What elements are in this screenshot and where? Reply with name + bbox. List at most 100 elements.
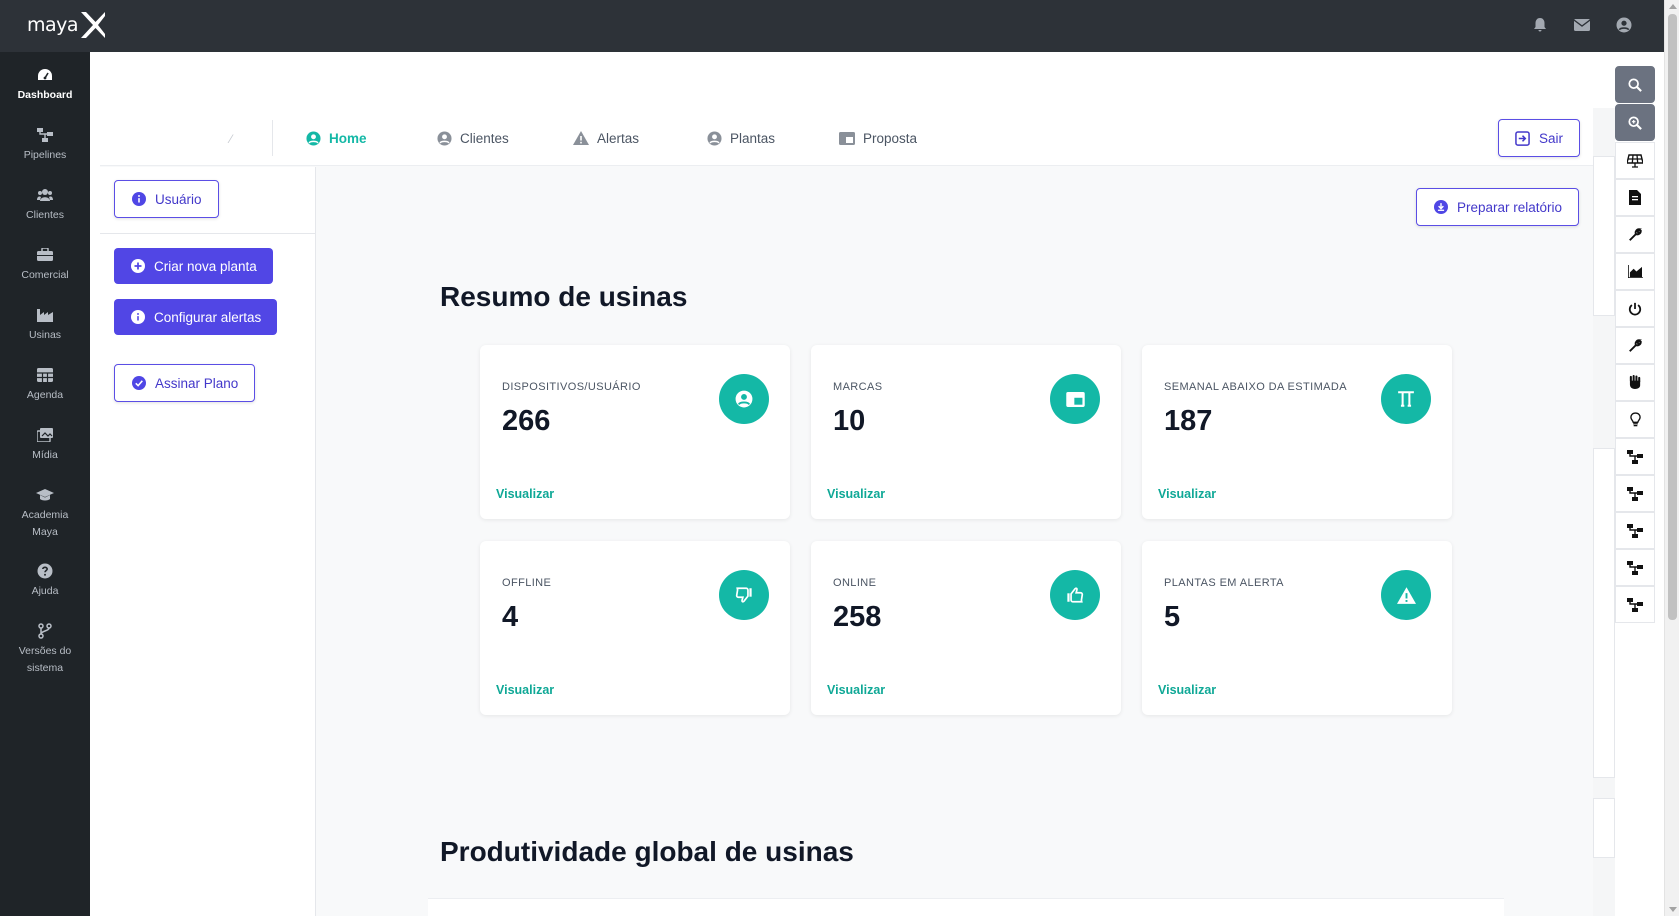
sidebar-item-label: Academia <box>21 509 69 521</box>
maya-logo[interactable]: maya <box>27 8 107 42</box>
calendar-grid-icon <box>36 366 54 384</box>
sitemap-icon <box>36 126 54 144</box>
zoom-in-icon[interactable] <box>1615 104 1655 141</box>
logout-label: Sair <box>1539 130 1564 146</box>
card-plantas-em-alerta: PLANTAS EM ALERTA 5 Visualizar <box>1142 541 1452 715</box>
envelope-icon[interactable] <box>1572 15 1592 35</box>
info-circle-icon <box>131 192 146 207</box>
tab-plantas[interactable]: Plantas <box>706 128 775 148</box>
sidebar-item-label: Versões do <box>18 645 72 657</box>
prepare-report-button[interactable]: Preparar relatório <box>1416 188 1580 226</box>
tab-label: Clientes <box>460 130 509 146</box>
create-plant-button[interactable]: Criar nova planta <box>114 248 273 284</box>
scroll-thumb[interactable] <box>1668 14 1677 620</box>
tab-label: Plantas <box>730 130 776 146</box>
card-label: SEMANAL ABAIXO DA ESTIMADA <box>1164 381 1347 393</box>
card-value: 10 <box>833 405 866 437</box>
scroll-down-arrow[interactable] <box>1669 907 1677 912</box>
view-link[interactable]: Visualizar <box>827 683 885 697</box>
sidebar-item-label: Dashboard <box>17 89 73 101</box>
logout-button[interactable]: Sair <box>1498 119 1581 157</box>
bell-icon[interactable] <box>1530 15 1550 35</box>
sidebar: Dashboard Pipelines Clientes Comercial U… <box>0 52 90 916</box>
sitemap-icon[interactable] <box>1615 475 1655 512</box>
sidebar-item-usinas[interactable]: Usinas <box>0 306 90 344</box>
productivity-title: Produtividade global de usinas <box>440 836 854 867</box>
subscribe-plan-label: Assinar Plano <box>155 375 239 391</box>
sidebar-item-academia-maya[interactable]: Academia Maya <box>0 486 90 541</box>
sidebar-item-label: Ajuda <box>31 585 59 597</box>
sitemap-icon[interactable] <box>1615 438 1655 475</box>
tab-proposta[interactable]: Proposta <box>839 128 917 148</box>
configure-alerts-button[interactable]: Configurar alertas <box>114 299 278 335</box>
tab-home[interactable]: Home <box>305 128 367 148</box>
window-icon <box>1050 374 1100 424</box>
images-icon <box>36 426 54 444</box>
sitemap-icon[interactable] <box>1615 586 1655 623</box>
view-link[interactable]: Visualizar <box>1158 487 1216 501</box>
warning-icon <box>1381 570 1431 620</box>
card-value: 187 <box>1164 405 1213 437</box>
check-circle-icon <box>131 376 146 391</box>
user-circle-icon <box>305 130 321 146</box>
user-circle-icon[interactable] <box>1614 15 1634 35</box>
info-circle-icon <box>130 310 145 325</box>
view-link[interactable]: Visualizar <box>1158 683 1216 697</box>
user-button[interactable]: Usuário <box>114 180 219 218</box>
page-scrollbar[interactable] <box>1664 0 1679 916</box>
sitemap-icon[interactable] <box>1615 512 1655 549</box>
search-icon[interactable] <box>1615 66 1655 103</box>
create-plant-label: Criar nova planta <box>154 258 257 274</box>
sitemap-icon[interactable] <box>1615 549 1655 586</box>
warning-icon <box>573 130 589 146</box>
tab-clientes[interactable]: Clientes <box>436 128 509 148</box>
sidebar-item-pipelines[interactable]: Pipelines <box>0 126 90 164</box>
sidebar-item-label-line2: sistema <box>26 662 64 674</box>
tab-alertas[interactable]: Alertas <box>573 128 639 148</box>
file-icon[interactable] <box>1615 179 1655 216</box>
scroll-up-arrow[interactable] <box>1669 4 1677 9</box>
right-edge-panel <box>1593 108 1615 916</box>
sidebar-item-label-line2: Maya <box>32 526 58 538</box>
prepare-report-label: Preparar relatório <box>1457 199 1563 215</box>
card-value: 266 <box>502 405 551 437</box>
code-branch-icon <box>36 622 54 640</box>
subscribe-plan-button[interactable]: Assinar Plano <box>114 364 256 402</box>
power-icon[interactable] <box>1615 290 1655 327</box>
wrench-icon[interactable] <box>1615 216 1655 253</box>
view-link[interactable]: Visualizar <box>496 683 554 697</box>
hand-icon[interactable] <box>1615 364 1655 401</box>
chart-area-icon[interactable] <box>1615 253 1655 290</box>
lightbulb-icon[interactable] <box>1615 401 1655 438</box>
card-dispositivos: DISPOSITIVOS/USUÁRIO 266 Visualizar <box>480 345 790 519</box>
sidebar-item-comercial[interactable]: Comercial <box>0 246 90 284</box>
solar-panel-icon[interactable] <box>1615 142 1655 179</box>
tab-label: Alertas <box>597 130 640 146</box>
map-toolbar <box>1615 66 1659 623</box>
graduation-cap-icon <box>36 486 54 504</box>
view-link[interactable]: Visualizar <box>496 487 554 501</box>
sidebar-item-label: Pipelines <box>23 149 67 161</box>
edge-block <box>1593 798 1615 858</box>
sidebar-item-clientes[interactable]: Clientes <box>0 186 90 224</box>
sidebar-item-agenda[interactable]: Agenda <box>0 366 90 404</box>
question-circle-icon <box>36 562 54 580</box>
sidebar-item-label: Clientes <box>26 209 64 221</box>
user-button-label: Usuário <box>155 191 202 207</box>
tab-label: Home <box>329 130 367 146</box>
thumbs-up-icon <box>1050 570 1100 620</box>
wrench-icon[interactable] <box>1615 327 1655 364</box>
window-icon <box>839 130 855 146</box>
sidebar-item-midia[interactable]: Mídia <box>0 426 90 464</box>
view-link[interactable]: Visualizar <box>827 487 885 501</box>
top-bar: maya <box>0 0 1664 52</box>
sidebar-item-ajuda[interactable]: Ajuda <box>0 562 90 600</box>
logo-x-mark <box>81 12 106 38</box>
sidebar-item-versoes[interactable]: Versões do sistema <box>0 622 90 677</box>
briefcase-icon <box>36 246 54 264</box>
plus-circle-icon <box>130 259 145 274</box>
card-label: DISPOSITIVOS/USUÁRIO <box>502 381 641 393</box>
gauge-icon <box>36 66 54 84</box>
sidebar-item-dashboard[interactable]: Dashboard <box>0 66 90 104</box>
thumbs-down-icon <box>719 570 769 620</box>
